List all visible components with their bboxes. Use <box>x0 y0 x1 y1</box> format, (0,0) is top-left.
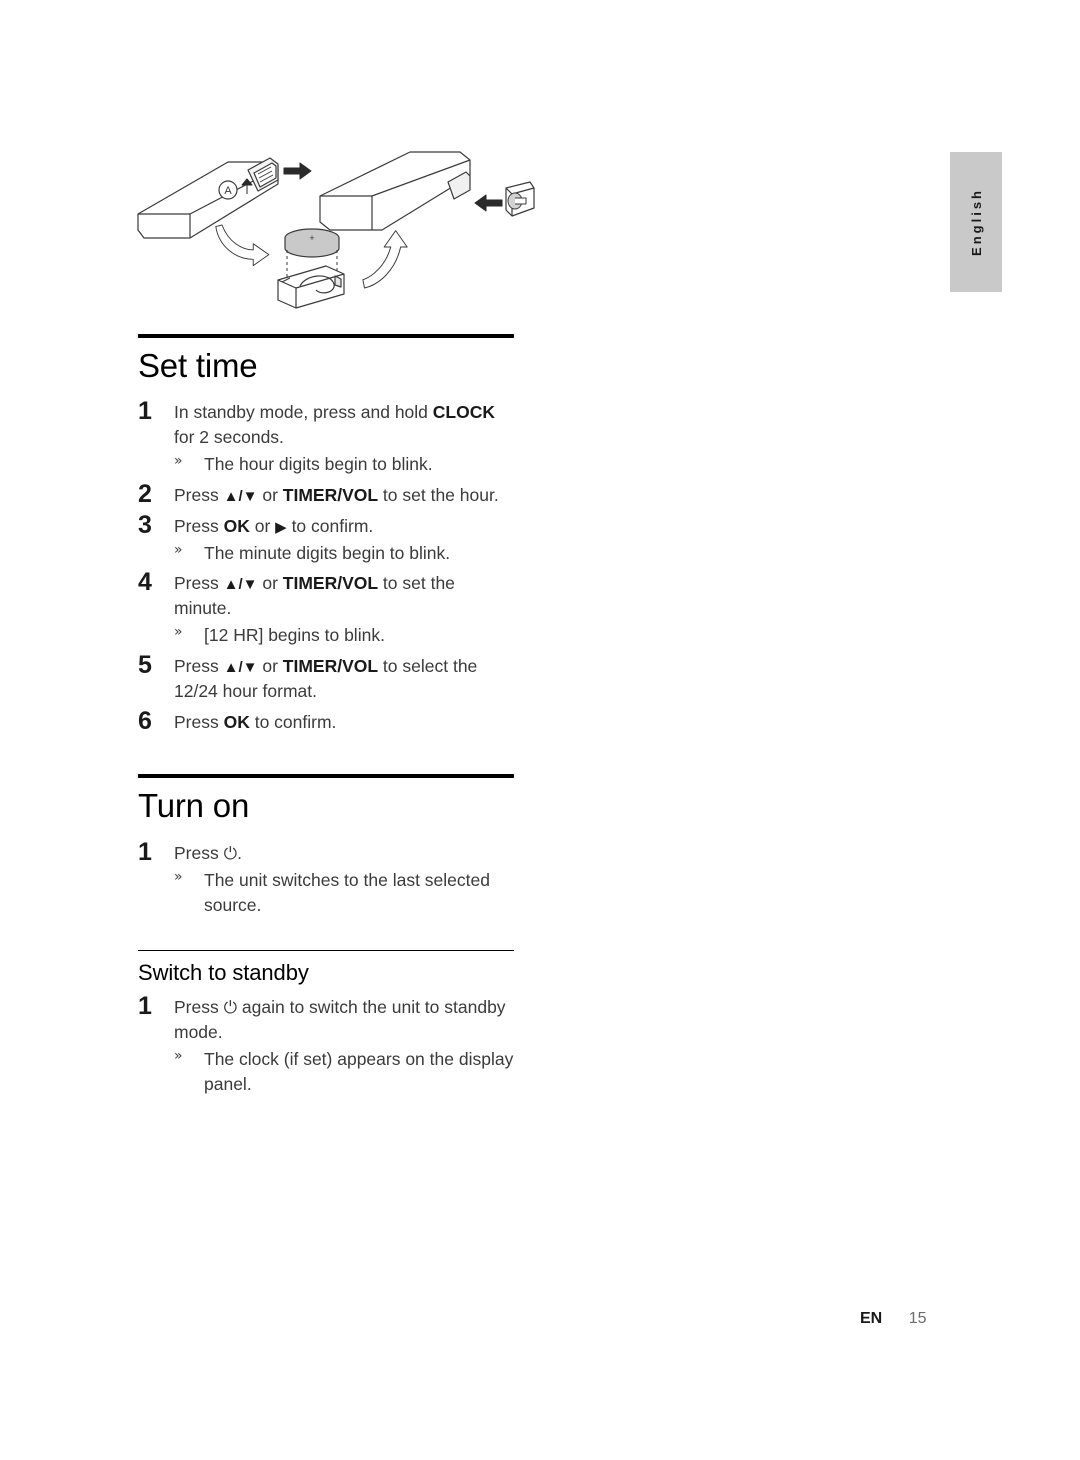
step-key-label: OK <box>223 515 250 536</box>
result-list: » The minute digits begin to blink. <box>174 541 516 566</box>
section-switch-to-standby: Switch to standby 1 Press ⏻ again to switc… <box>138 949 516 1097</box>
step-text: Press ▲/▼ or TIMER/VOL to set the hour. <box>174 483 516 508</box>
step-text: Press ▲/▼ or TIMER/VOL to select the 12/… <box>174 654 516 704</box>
result-text: The minute digits begin to blink. <box>204 542 451 563</box>
step-text-run: Press <box>174 515 224 536</box>
step-list: 1 In standby mode, press and hold CLOCK f… <box>138 397 516 735</box>
step-text-run: to confirm. <box>286 515 374 536</box>
step-text: Press ⏻ again to switch the unit to stan… <box>174 995 516 1045</box>
result-item: » The minute digits begin to blink. <box>174 541 516 566</box>
footer-page-number: 15 <box>908 1310 927 1327</box>
step-number: 4 <box>138 568 152 597</box>
step-text-run: Press <box>174 573 224 594</box>
step-text-run: or <box>257 484 283 505</box>
step-item: 4 Press ▲/▼ or TIMER/VOL to set the minut… <box>138 568 516 648</box>
step-key-label: CLOCK <box>432 402 495 423</box>
power-icon: ⏻ <box>223 843 238 864</box>
section-divider <box>138 334 514 338</box>
section-turn-on: Turn on 1 Press ⏻. » The unit switches to th… <box>138 774 516 917</box>
step-text-run: to confirm. <box>249 711 337 732</box>
footer-locale-code: EN <box>860 1310 883 1327</box>
page-footer: EN 15 <box>860 1310 926 1328</box>
step-key-label: TIMER/VOL <box>282 484 379 505</box>
step-text-run: Press <box>174 711 224 732</box>
step-number: 1 <box>138 837 152 866</box>
step-text-run: Press <box>174 655 224 676</box>
step-key-label: ▲/▼ <box>223 658 258 676</box>
step-list: 1 Press ⏻ again to switch the unit to sta… <box>138 992 516 1097</box>
result-item: » The hour digits begin to blink. <box>174 452 516 477</box>
result-chevron-icon: » <box>174 541 183 558</box>
step-text: Press OK or ▶ to confirm. <box>174 514 516 539</box>
step-item: 1 Press ⏻. » The unit switches to the last … <box>138 838 516 918</box>
step-number: 3 <box>138 510 152 539</box>
result-text: [12 HR] begins to blink. <box>204 625 385 646</box>
section-divider <box>138 949 514 952</box>
step-text-run: for 2 seconds. <box>174 427 284 448</box>
step-item: 6 Press OK to confirm. <box>138 707 516 735</box>
svg-text:+: + <box>309 233 314 243</box>
step-text: Press ⏻. <box>174 841 516 866</box>
step-key-label: TIMER/VOL <box>282 655 379 676</box>
section-title-set-time: Set time <box>138 347 258 384</box>
step-text-run: In standby mode, press and hold <box>174 402 433 423</box>
result-list: » The unit switches to the last selected … <box>174 868 516 918</box>
step-text-run: or <box>249 515 276 536</box>
step-item: 5 Press ▲/▼ or TIMER/VOL to select the 12… <box>138 651 516 704</box>
step-key-label: ▶ <box>275 518 287 536</box>
step-key-label: OK <box>223 711 250 732</box>
remote-battery-diagram: A + <box>137 151 535 309</box>
result-text: The hour digits begin to blink. <box>204 453 433 474</box>
step-item: 2 Press ▲/▼ or TIMER/VOL to set the hour. <box>138 480 516 508</box>
result-chevron-icon: » <box>174 624 183 641</box>
step-key-label: ▲/▼ <box>223 576 258 594</box>
result-item: » [12 HR] begins to blink. <box>174 623 516 648</box>
svg-text:A: A <box>224 185 232 197</box>
step-list: 1 Press ⏻. » The unit switches to the last … <box>138 838 516 918</box>
step-text-run: Press <box>174 484 224 505</box>
step-item: 1 Press ⏻ again to switch the unit to sta… <box>138 992 516 1097</box>
step-text: Press OK to confirm. <box>174 710 516 735</box>
step-number: 5 <box>138 650 152 679</box>
section-divider <box>138 774 514 779</box>
step-text-run: to set the hour. <box>378 484 499 505</box>
step-text-run: Press <box>174 997 224 1018</box>
step-item: 3 Press OK or ▶ to confirm. » The minute di… <box>138 511 516 566</box>
step-text-run: . <box>237 842 242 863</box>
result-item: » The clock (if set) appears on the displ… <box>174 1047 516 1097</box>
section-title-switch-to-standby: Switch to standby <box>138 960 309 986</box>
step-number: 1 <box>138 992 152 1021</box>
result-item: » The unit switches to the last selected … <box>174 868 516 918</box>
page-content: Set time 1 In standby mode, press and hold… <box>138 334 516 1103</box>
section-set-time: Set time 1 In standby mode, press and hold… <box>138 334 516 735</box>
step-item: 1 In standby mode, press and hold CLOCK f… <box>138 397 516 477</box>
result-text: The clock (if set) appears on the displa… <box>204 1049 514 1095</box>
result-chevron-icon: » <box>174 452 183 469</box>
step-key-label: ▲/▼ <box>223 487 258 505</box>
remote-battery-illustration: A + <box>130 138 540 313</box>
step-key-label: TIMER/VOL <box>282 573 379 594</box>
step-text: In standby mode, press and hold CLOCK fo… <box>174 400 516 450</box>
step-number: 6 <box>138 706 152 735</box>
result-text: The unit switches to the last selected s… <box>204 869 490 915</box>
step-text-run: or <box>257 573 283 594</box>
language-tab-label: English <box>968 188 984 256</box>
step-text-run: Press <box>174 842 224 863</box>
power-icon: ⏻ <box>223 998 238 1019</box>
result-list: » The clock (if set) appears on the displ… <box>174 1047 516 1097</box>
step-number: 1 <box>138 397 152 426</box>
step-text-run: or <box>257 655 283 676</box>
result-list: » [12 HR] begins to blink. <box>174 623 516 648</box>
result-chevron-icon: » <box>174 1048 183 1065</box>
step-number: 2 <box>138 479 152 508</box>
section-title-turn-on: Turn on <box>138 787 250 825</box>
language-tab: English <box>950 152 1002 292</box>
step-text: Press ▲/▼ or TIMER/VOL to set the minute… <box>174 571 516 621</box>
result-chevron-icon: » <box>174 868 183 885</box>
result-list: » The hour digits begin to blink. <box>174 452 516 477</box>
